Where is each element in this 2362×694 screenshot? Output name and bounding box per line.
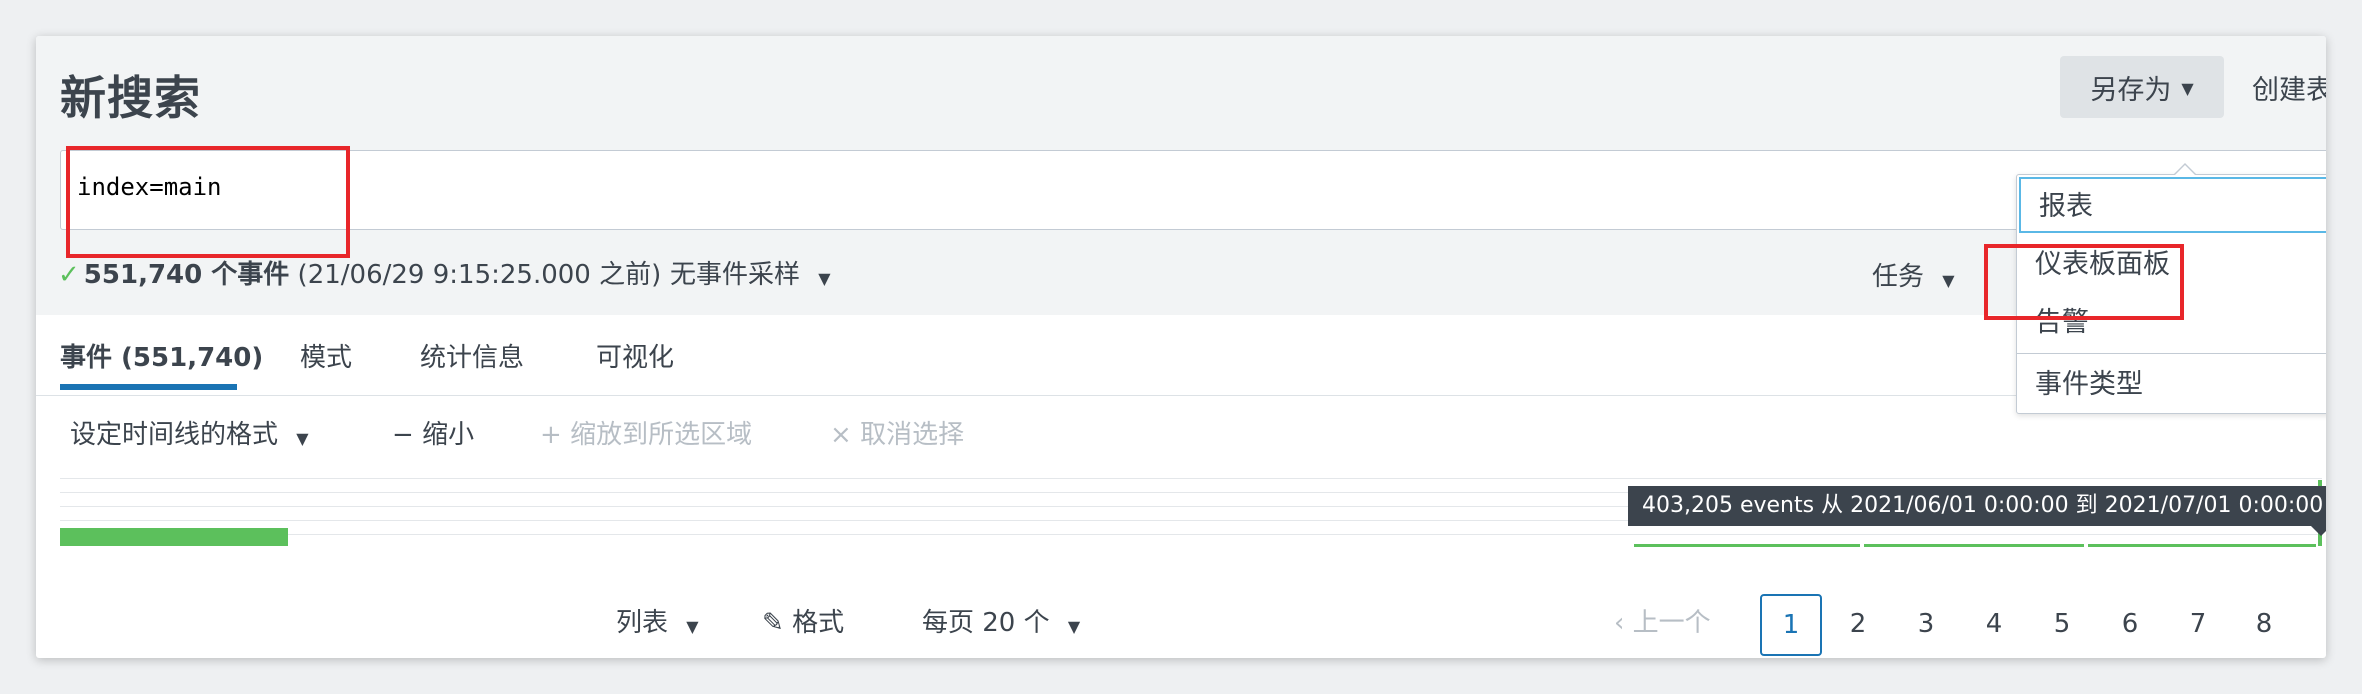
active-tab-indicator (60, 384, 237, 390)
format-label: 格式 (792, 608, 845, 638)
format-timeline-label: 设定时间线的格式 (70, 420, 279, 450)
chevron-left-icon: ‹ (1614, 608, 1625, 638)
timeline-gridline (60, 534, 2322, 535)
caret-down-icon: ▼ (1067, 617, 1081, 636)
timeline-bar[interactable] (2088, 544, 2316, 547)
search-header: 新搜索 另存为 ▼ 创建表 index=main 所有 ✓551,740 个事件… (36, 36, 2326, 315)
pencil-icon: ✎ (762, 608, 784, 638)
close-icon: × (830, 420, 852, 450)
caret-down-icon: ▼ (2181, 78, 2194, 98)
tab-statistics[interactable]: 统计信息 (420, 337, 524, 374)
search-status: ✓ 551,740 个事件 (21/06/29 9:15:25.000 之前) (58, 254, 661, 291)
page-button-3[interactable]: 3 (1896, 594, 1956, 654)
caret-down-icon: ▼ (1942, 271, 1955, 290)
timeline-bar[interactable] (60, 528, 288, 546)
zoom-out-button[interactable]: − 缩小 (392, 414, 474, 451)
page-button-7[interactable]: 7 (2168, 594, 2228, 654)
search-input[interactable]: index=main 所有 (60, 150, 2326, 230)
per-page-dropdown[interactable]: 每页 20 个 ▼ (922, 602, 1080, 639)
save-as-label: 另存为 (2090, 74, 2172, 106)
zoom-to-selection-label: 缩放到所选区域 (570, 420, 753, 450)
page-title: 新搜索 (60, 71, 201, 125)
plus-icon: + (540, 420, 562, 450)
prev-page-label: 上一个 (1632, 608, 1711, 638)
job-label: 任务 (1872, 262, 1925, 292)
sampling-label: 无事件采样 (670, 260, 801, 290)
page-button-8[interactable]: 8 (2234, 594, 2294, 654)
prev-page-button[interactable]: ‹ 上一个 (1614, 602, 1711, 639)
search-page: 新搜索 另存为 ▼ 创建表 index=main 所有 ✓551,740 个事件… (36, 36, 2326, 658)
highlight-box-alert (1984, 244, 2184, 320)
page-button-6[interactable]: 6 (2100, 594, 2160, 654)
tab-patterns[interactable]: 模式 (300, 337, 352, 374)
page-button-5[interactable]: 5 (2032, 594, 2092, 654)
event-sampling-dropdown[interactable]: 无事件采样 ▼ (670, 254, 831, 291)
per-page-label: 每页 20 个 (922, 608, 1050, 638)
zoom-to-selection-button[interactable]: + 缩放到所选区域 (540, 414, 752, 451)
event-count: 551,740 个事件 (83, 260, 290, 290)
page-button-1[interactable]: 1 (1760, 594, 1822, 656)
format-button[interactable]: ✎ 格式 (762, 602, 844, 639)
timeline-tooltip: 403,205 events 从 2021/06/01 0:00:00 到 20… (1628, 486, 2326, 536)
deselect-button[interactable]: × 取消选择 (830, 414, 964, 451)
timeline-bar[interactable] (1634, 544, 1860, 547)
highlight-box-search (66, 146, 350, 258)
tab-visualization[interactable]: 可视化 (596, 337, 674, 374)
menu-divider (2017, 353, 2326, 354)
timeline-gridline (60, 478, 2322, 479)
page-button-4[interactable]: 4 (1964, 594, 2024, 654)
timeline-bar[interactable] (1864, 544, 2084, 547)
page-button-2[interactable]: 2 (1828, 594, 1888, 654)
deselect-label: 取消选择 (860, 420, 965, 450)
search-time: (21/06/29 9:15:25.000 之前) (297, 260, 662, 290)
zoom-out-label: 缩小 (422, 420, 475, 450)
minus-icon: − (392, 420, 414, 450)
caret-down-icon: ▼ (686, 617, 699, 636)
menu-item-event-type[interactable]: 事件类型 (2017, 357, 2326, 413)
tab-events[interactable]: 事件 (551,740) (60, 337, 263, 374)
caret-down-icon: ▼ (296, 429, 309, 448)
create-table-view-button[interactable]: 创建表 (2252, 68, 2326, 107)
menu-item-report[interactable]: 报表 (2019, 177, 2326, 233)
job-menu-button[interactable]: 任务 ▼ (1872, 256, 1955, 293)
format-timeline-button[interactable]: 设定时间线的格式 ▼ (70, 414, 309, 451)
save-as-button[interactable]: 另存为 ▼ (2060, 56, 2224, 118)
results-tabs: 事件 (551,740) 模式 统计信息 可视化 (36, 315, 2326, 396)
list-view-dropdown[interactable]: 列表 ▼ (616, 602, 699, 639)
caret-down-icon: ▼ (818, 269, 831, 288)
check-icon: ✓ (58, 260, 80, 290)
list-label: 列表 (616, 608, 669, 638)
